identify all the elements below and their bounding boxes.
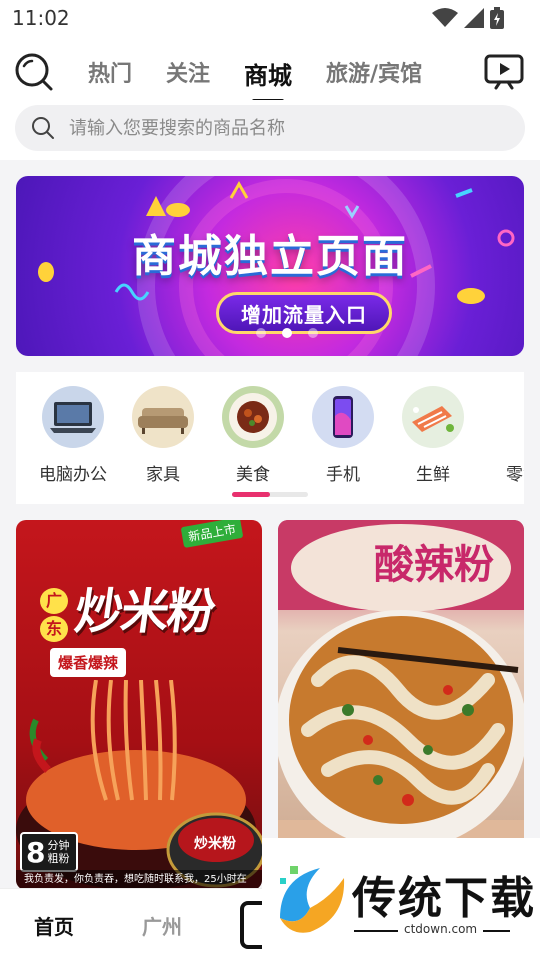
category-label: 家具	[146, 465, 180, 485]
category-label: 美食	[236, 465, 270, 485]
banner-pagination	[256, 328, 318, 338]
search-box[interactable]	[15, 105, 525, 151]
category-furniture[interactable]: 家具	[118, 386, 208, 485]
search-input[interactable]	[69, 117, 489, 139]
tab-follow[interactable]: 关注	[166, 56, 210, 91]
product-title: 酸辣粉	[374, 542, 494, 588]
watermark: 传统下载 ctdown.com	[262, 838, 540, 960]
banner-dot[interactable]	[308, 328, 318, 338]
category-label: 电脑办公	[39, 465, 107, 485]
banner-title: 商城独立页面	[132, 231, 408, 282]
app-screen: 11:02 热门 关注 商城 旅游/宾馆 请输入您要搜索的商品名称 商城独立页面…	[0, 0, 540, 960]
category-strip: 电脑办公 家具 美食 手机 生鲜 零	[16, 372, 524, 504]
tab-travel-hotel[interactable]: 旅游/宾馆	[326, 56, 422, 91]
watermark-logo-icon	[280, 866, 345, 933]
category-row: 电脑办公 家具 美食 手机 生鲜 零	[28, 386, 524, 485]
tab-mall[interactable]: 商城	[244, 56, 292, 91]
tab-hot[interactable]: 热门	[88, 56, 132, 91]
category-snacks[interactable]: 零食	[478, 386, 524, 485]
top-tabs: 热门 关注 商城 旅游/宾馆	[88, 56, 456, 91]
sofa-icon	[132, 386, 194, 448]
wifi-icon	[432, 8, 458, 27]
cook-time-text: 分钟 粗粉	[47, 839, 69, 865]
status-time: 11:02	[12, 6, 70, 30]
brand-tag-char: 广	[40, 588, 68, 614]
top-header: 热门 关注 商城 旅游/宾馆	[0, 36, 540, 100]
product-footer-text: 我负责发，你负责吞，想吃随时联系我，25小时在	[16, 870, 262, 890]
hot-sour-noodles-image: 酸辣粉	[278, 520, 524, 890]
product-title: 炒米粉	[71, 584, 218, 640]
promo-banner[interactable]: 商城独立页面 增加流量入口	[16, 176, 524, 356]
category-label: 零食	[506, 465, 524, 485]
cook-time-unit: 分钟	[47, 839, 70, 852]
search-button[interactable]	[14, 52, 54, 92]
category-fresh[interactable]: 生鲜	[388, 386, 478, 485]
category-computer-office[interactable]: 电脑办公	[28, 386, 118, 485]
signal-icon	[464, 8, 484, 28]
product-card[interactable]: 酸辣粉	[278, 520, 524, 890]
brand-tag-char: 东	[40, 616, 68, 642]
cook-time-badge: 8 分钟 粗粉	[20, 832, 78, 872]
search-icon	[32, 117, 54, 139]
laptop-icon	[42, 386, 104, 448]
search-icon	[15, 53, 53, 91]
noodle-type: 粗粉	[47, 852, 70, 865]
cook-time-number: 8	[26, 835, 46, 869]
banner-subtitle: 增加流量入口	[241, 302, 367, 327]
brand-tag: 广 东	[40, 588, 68, 644]
category-scroll-indicator	[232, 492, 308, 497]
nav-city[interactable]: 广州	[142, 911, 182, 940]
category-food[interactable]: 美食	[208, 386, 298, 485]
category-scroll-indicator-fill	[232, 492, 270, 497]
category-label: 手机	[326, 465, 360, 485]
watermark-text: 传统下载	[352, 873, 536, 924]
fresh-salmon-icon	[402, 386, 464, 448]
live-button[interactable]	[484, 52, 524, 92]
snack-icon	[492, 386, 524, 448]
food-plate-icon	[222, 386, 284, 448]
category-label: 生鲜	[416, 465, 450, 485]
nav-home[interactable]: 首页	[34, 911, 74, 940]
banner-dot[interactable]	[256, 328, 266, 338]
search-bar-container	[0, 100, 540, 160]
battery-icon	[490, 7, 504, 29]
svg-text:炒米粉: 炒米粉	[194, 835, 236, 852]
category-phone[interactable]: 手机	[298, 386, 388, 485]
status-bar: 11:02	[0, 0, 540, 36]
banner-dot-active[interactable]	[282, 328, 292, 338]
smartphone-icon	[312, 386, 374, 448]
live-tv-icon	[484, 54, 524, 90]
product-card[interactable]: 新品上市 广 东 炒米粉 爆香爆辣 炒米粉 8 分钟 粗粉 我负责发，你负责吞，想…	[16, 520, 262, 890]
spicy-label: 爆香爆辣	[50, 648, 127, 677]
watermark-url: ctdown.com	[398, 922, 484, 936]
new-arrival-badge: 新品上市	[180, 520, 244, 549]
status-icons	[432, 7, 504, 29]
